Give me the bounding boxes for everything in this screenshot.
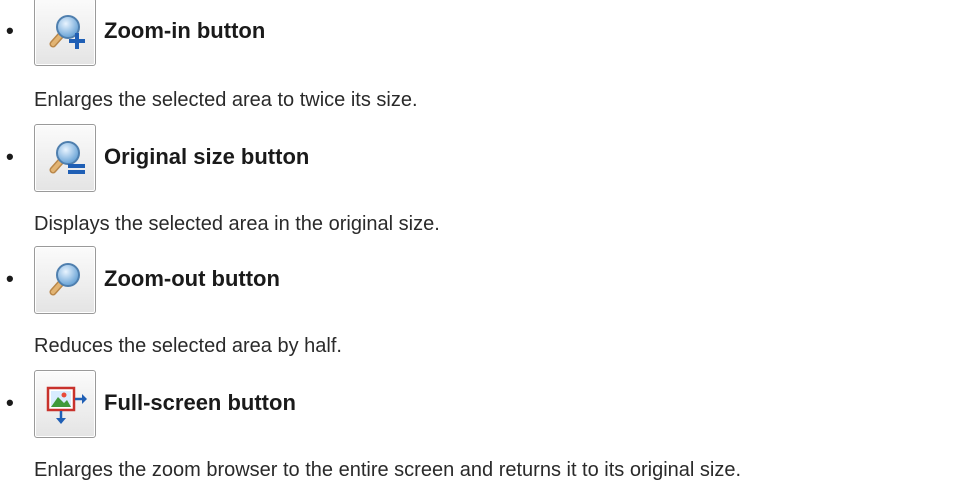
item-title: Original size button: [104, 144, 310, 169]
item-heading: • Full-screen button: [0, 370, 976, 440]
zoom-out-icon: [49, 263, 80, 296]
item-description: Displays the selected area in the origin…: [34, 213, 440, 235]
original-size-icon: [49, 141, 85, 174]
item-title: Zoom-in button: [104, 18, 266, 43]
item-heading: • Zoom-in button: [0, 0, 976, 68]
item-title: Zoom-out button: [104, 266, 280, 291]
zoom-in-button[interactable]: [34, 0, 96, 66]
full-screen-button[interactable]: [34, 370, 96, 438]
item-heading: • Zoom-out button: [0, 246, 976, 316]
bullet: •: [6, 144, 14, 169]
original-size-button[interactable]: [34, 124, 96, 192]
item-title: Full-screen button: [104, 390, 296, 415]
zoom-out-button[interactable]: [34, 246, 96, 314]
item-description: Enlarges the zoom browser to the entire …: [34, 459, 742, 481]
full-screen-icon: [46, 386, 87, 424]
bullet: •: [6, 18, 14, 43]
bullet: •: [6, 390, 14, 415]
item-description: Reduces the selected area by half.: [34, 335, 342, 357]
bullet: •: [6, 266, 14, 291]
item-description: Enlarges the selected area to twice its …: [34, 89, 418, 111]
zoom-in-icon: [49, 15, 85, 49]
item-heading: • Original size button: [0, 124, 976, 194]
